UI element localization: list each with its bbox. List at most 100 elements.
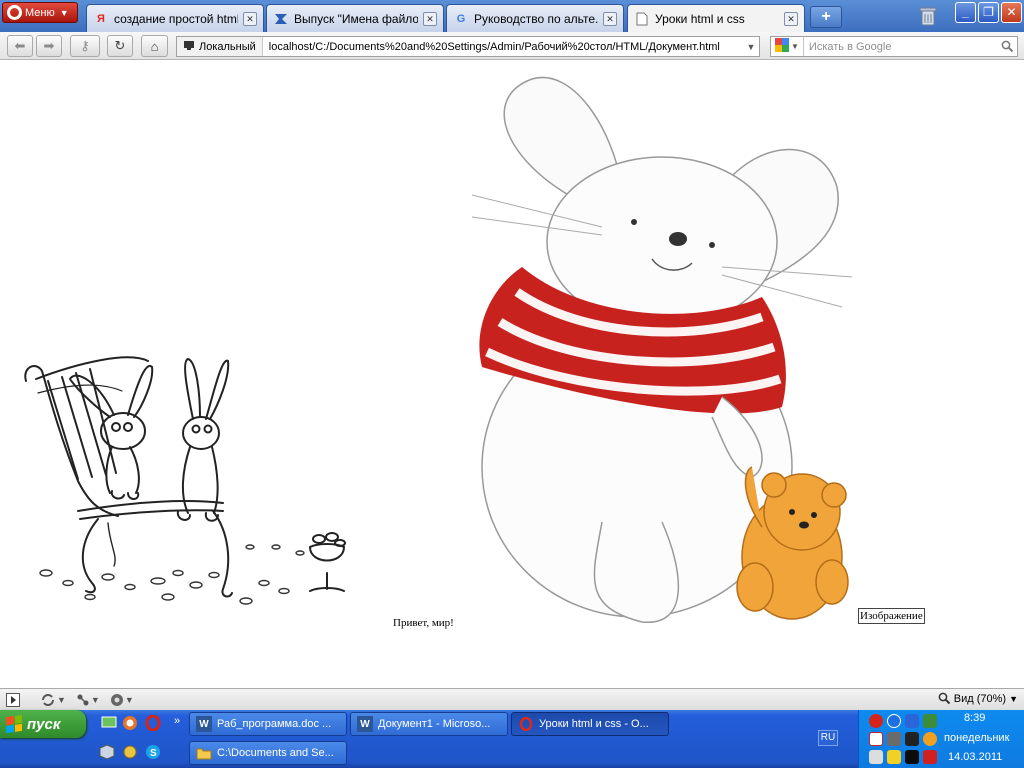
antivirus-tray-icon[interactable] — [905, 750, 919, 764]
alert-tray-icon[interactable] — [923, 750, 937, 764]
show-desktop-icon[interactable] — [100, 714, 118, 732]
chevron-double-right-icon[interactable]: » — [168, 712, 186, 730]
forward-button[interactable]: ➡ — [36, 35, 62, 57]
close-window-button[interactable]: ✕ — [1001, 2, 1022, 23]
opera-logo-icon — [7, 5, 22, 20]
search-engine-selector[interactable]: ▼ — [771, 37, 804, 56]
back-button[interactable]: ⬅ — [7, 35, 33, 57]
warning-tray-icon[interactable] — [887, 750, 901, 764]
turbo-icon[interactable]: ▼ — [110, 693, 134, 707]
maximize-button[interactable]: ❐ — [978, 2, 999, 23]
location-badge[interactable]: Локальный — [177, 37, 263, 56]
browser-tab-bar: Меню ▼ Я создание простой html-... ✕ Вып… — [0, 0, 1024, 32]
arrow-right-icon: ➡ — [43, 38, 55, 53]
wand-button[interactable]: ⚷ — [70, 35, 100, 57]
clock-time[interactable]: 8:39 — [964, 712, 985, 724]
close-icon[interactable]: ✕ — [423, 11, 437, 26]
tab-yandex[interactable]: Я создание простой html-... ✕ — [86, 4, 264, 32]
task-label: Документ1 - Microso... — [378, 718, 491, 730]
opera-quicklaunch-icon[interactable] — [144, 714, 162, 732]
google-icon: G — [456, 12, 466, 25]
start-button[interactable]: пуск — [0, 710, 86, 738]
task-label: Раб_программа.doc ... — [217, 718, 332, 730]
speaker-icon[interactable] — [869, 750, 883, 764]
home-icon: ⌂ — [150, 38, 159, 54]
skype-icon[interactable]: S — [144, 743, 162, 761]
google-icon — [775, 38, 789, 55]
usb-tray-icon[interactable] — [905, 732, 919, 746]
task-dokument1[interactable]: W Документ1 - Microso... — [350, 712, 508, 736]
sync-icon[interactable]: ▼ — [40, 693, 66, 707]
tab-title: Уроки html и css — [655, 11, 745, 26]
minimize-button[interactable]: _ — [955, 2, 976, 23]
key-icon: ⚷ — [80, 38, 90, 53]
opera-menu-button[interactable]: Меню ▼ — [2, 2, 78, 23]
unite-icon[interactable]: ▼ — [76, 693, 100, 707]
bunnies-on-bench-image — [24, 356, 346, 605]
reload-button[interactable]: ↻ — [107, 35, 133, 57]
tab-title: создание простой html-... — [114, 11, 238, 26]
bunny-with-teddy-image — [471, 76, 853, 623]
close-icon[interactable]: ✕ — [784, 11, 798, 26]
start-label: пуск — [27, 715, 61, 733]
magnifier-icon — [938, 692, 950, 705]
address-bar[interactable]: Локальный localhost/C:/Documents%20and%2… — [176, 36, 760, 57]
lightning-tray-icon[interactable] — [887, 714, 901, 728]
language-indicator[interactable]: RU — [818, 730, 838, 746]
tab-uroki-html[interactable]: Уроки html и css ✕ — [627, 4, 805, 32]
location-label: Локальный — [199, 40, 256, 53]
windows-taskbar: пуск » S W Раб_программа.doc ... W Докум… — [0, 710, 1024, 768]
tab-vypusk[interactable]: Выпуск "Имена файлов ... ✕ — [266, 4, 444, 32]
task-label: C:\Documents and Se... — [217, 747, 334, 759]
chevron-down-icon: ▼ — [59, 7, 69, 18]
hello-text: Привет, мир! — [393, 617, 454, 629]
tab-title: Руководство по альте... — [474, 11, 598, 26]
search-input[interactable] — [803, 40, 997, 53]
opera-tray-icon[interactable] — [869, 714, 883, 728]
svg-text:S: S — [150, 748, 157, 759]
monitor-tray-icon[interactable] — [905, 714, 919, 728]
zoom-label: Вид (70%) — [953, 692, 1007, 705]
task-label: Уроки html и css - O... — [539, 718, 649, 730]
network-disconnected-icon[interactable] — [869, 732, 883, 746]
url-text[interactable]: localhost/C:/Documents%20and%20Settings/… — [263, 41, 743, 53]
tool-tray-icon[interactable] — [923, 714, 937, 728]
network-icon[interactable] — [121, 743, 139, 761]
task-rab-programma[interactable]: W Раб_программа.doc ... — [189, 712, 347, 736]
windows-flag-icon — [6, 714, 22, 734]
chevron-down-icon: ▼ — [791, 42, 799, 51]
opera-icon — [518, 716, 534, 732]
close-icon[interactable]: ✕ — [603, 11, 617, 26]
broken-image-alt-text: Изображение — [858, 608, 925, 624]
home-button[interactable]: ⌂ — [141, 35, 168, 57]
clock-day: понедельник — [944, 732, 1010, 744]
trash-icon[interactable] — [917, 5, 939, 27]
search-box[interactable]: ▼ — [770, 36, 1018, 57]
folder-icon — [196, 745, 212, 761]
yandex-icon: Я — [97, 12, 105, 25]
computer-icon — [183, 40, 195, 54]
cube-icon[interactable] — [98, 743, 116, 761]
browser-quicklaunch-icon[interactable] — [121, 714, 139, 732]
zoom-control[interactable]: Вид (70%) ▼ — [938, 692, 1018, 705]
new-tab-button[interactable]: + — [810, 6, 842, 28]
browser-nav-bar: ⬅ ➡ ⚷ ↻ ⌂ Локальный localhost/C:/Documen… — [0, 32, 1024, 60]
panel-toggle-button[interactable] — [6, 692, 20, 707]
chevron-down-icon: ▼ — [1009, 693, 1018, 704]
update-tray-icon[interactable] — [923, 732, 937, 746]
clock-date: 14.03.2011 — [948, 751, 1003, 763]
tab-title: Выпуск "Имена файлов ... — [294, 11, 418, 26]
close-icon[interactable]: ✕ — [243, 11, 257, 26]
reload-icon: ↻ — [114, 38, 126, 53]
keyboard-tray-icon[interactable] — [887, 732, 901, 746]
page-content: Привет, мир! Изображение — [0, 61, 1024, 688]
feed-icon — [273, 11, 289, 27]
page-icon — [634, 11, 650, 27]
arrow-left-icon: ⬅ — [14, 38, 26, 53]
tab-rukovodstvo[interactable]: G Руководство по альте... ✕ — [446, 4, 624, 32]
search-icon[interactable] — [997, 37, 1017, 56]
task-opera-uroki[interactable]: Уроки html и css - O... — [511, 712, 669, 736]
task-explorer-documents[interactable]: C:\Documents and Se... — [189, 741, 347, 765]
browser-status-bar: ▼ ▼ ▼ Вид (70%) ▼ — [0, 688, 1024, 710]
chevron-down-icon[interactable]: ▼ — [743, 42, 759, 52]
